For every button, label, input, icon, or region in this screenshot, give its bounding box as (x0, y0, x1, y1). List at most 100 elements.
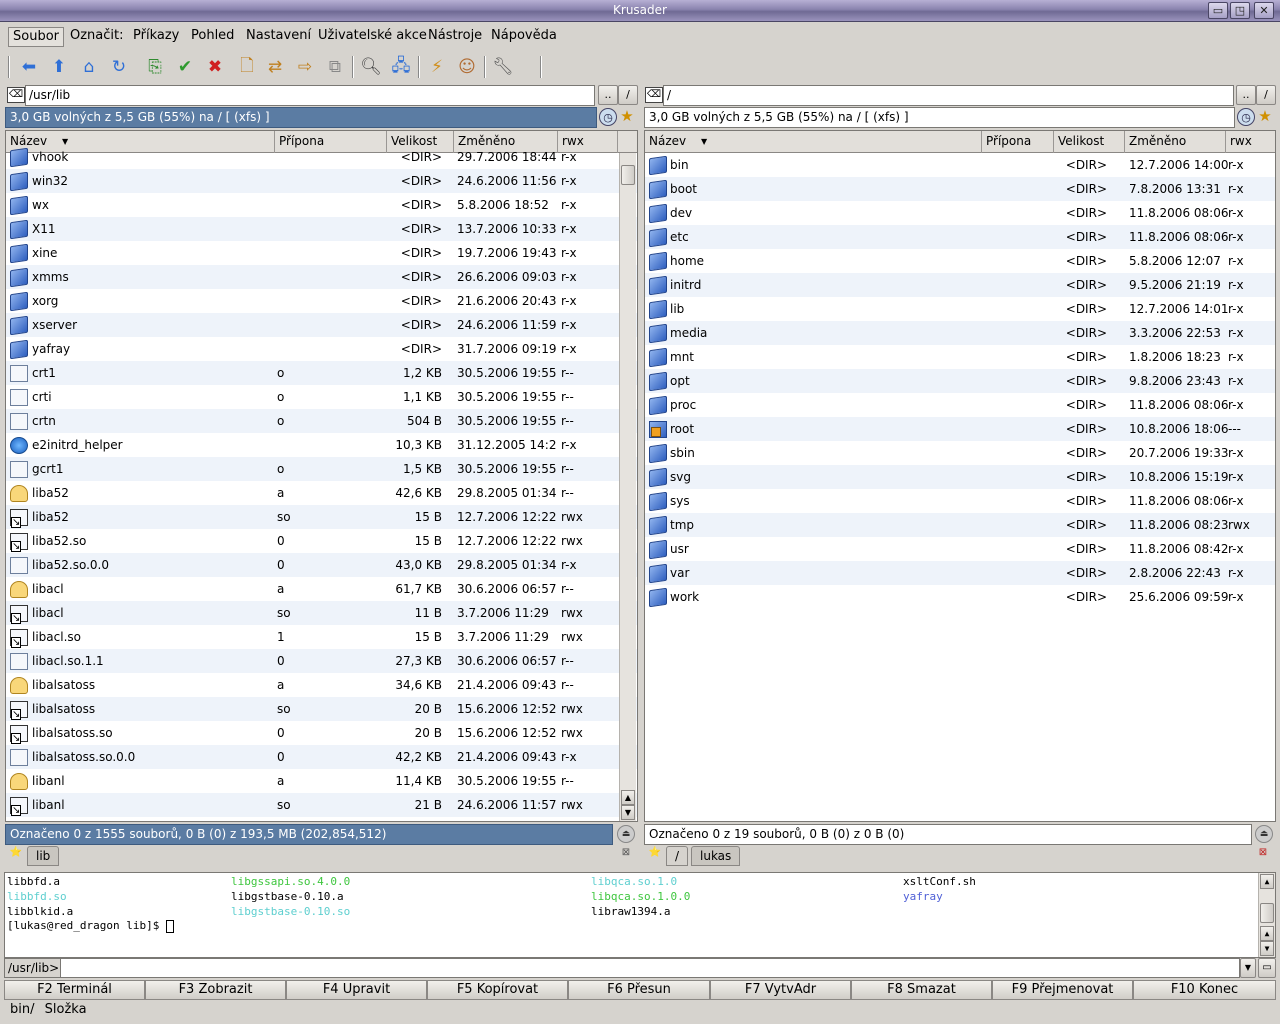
file-row[interactable]: bin <DIR> 12.7.2006 14:00 r-x (645, 153, 1275, 177)
left-scroll-thumb[interactable] (621, 165, 635, 185)
f6-move-button[interactable]: F6 Přesun (568, 980, 710, 1000)
f10-quit-button[interactable]: F10 Konec (1133, 980, 1276, 1000)
file-row[interactable]: media <DIR> 3.3.2006 22:53 r-x (645, 321, 1275, 345)
file-row[interactable]: var <DIR> 2.8.2006 22:43 r-x (645, 561, 1275, 585)
delete-icon[interactable]: ✖ (202, 54, 228, 80)
right-path-field[interactable]: / (663, 85, 1234, 106)
right-file-list[interactable]: Název ▼ Přípona Velikost Změněno rwx bin… (644, 130, 1276, 822)
left-scroll-up[interactable]: ▲ (621, 790, 635, 805)
file-row[interactable]: xserver <DIR> 24.6.2006 11:59 r-x (6, 313, 637, 337)
back-arrow-icon[interactable]: ⬅ (16, 54, 42, 80)
file-row[interactable]: boot <DIR> 7.8.2006 13:31 r-x (645, 177, 1275, 201)
file-row[interactable]: libacl.so.1.1 0 27,3 KB 30.6.2006 06:57 r-- (6, 649, 637, 673)
f9-rename-button[interactable]: F9 Přejmenovat (992, 980, 1133, 1000)
file-row[interactable]: liba52 so 15 B 12.7.2006 12:22 rwx (6, 505, 637, 529)
right-tab-root[interactable]: / (666, 846, 689, 866)
terminal-scroll-up[interactable]: ▲ (1260, 874, 1274, 889)
file-row[interactable]: proc <DIR> 11.8.2006 08:06 r-x (645, 393, 1275, 417)
menu-uzivatelske-akce[interactable]: Uživatelské akce (314, 27, 431, 47)
file-row[interactable]: xmms <DIR> 26.6.2006 09:03 r-x (6, 265, 637, 289)
file-row[interactable]: libalsatoss.so 0 20 B 15.6.2006 12:52 rwx (6, 721, 637, 745)
file-row[interactable]: dev <DIR> 11.8.2006 08:06 r-x (645, 201, 1275, 225)
home-icon[interactable]: ⌂ (76, 54, 102, 80)
left-history-icon[interactable]: ◷ (599, 108, 617, 126)
file-row[interactable]: opt <DIR> 9.8.2006 23:43 r-x (645, 369, 1275, 393)
left-close-tab-icon[interactable]: ⊠ (617, 846, 635, 862)
compare-icon[interactable]: ⧉ (322, 54, 348, 80)
menu-nastroje[interactable]: Nástroje (424, 27, 486, 47)
file-row[interactable]: home <DIR> 5.8.2006 12:07 r-x (645, 249, 1275, 273)
file-row[interactable]: root <DIR> 10.8.2006 18:06 --- (645, 417, 1275, 441)
file-row[interactable]: sbin <DIR> 20.7.2006 19:33 r-x (645, 441, 1275, 465)
left-new-tab-icon[interactable]: ⭐ (7, 846, 25, 862)
right-history-icon[interactable]: ◷ (1237, 108, 1255, 126)
network-icon[interactable]: 🖧 (388, 54, 414, 80)
menu-oznacit[interactable]: Označit: (66, 27, 128, 47)
left-path-clear-icon[interactable]: ⌫ (7, 87, 25, 103)
sync-icon[interactable]: ⚡ (424, 54, 450, 80)
right-tab-lukas[interactable]: lukas (691, 846, 741, 866)
file-row[interactable]: gcrt1 o 1,5 KB 30.5.2006 19:55 r-- (6, 457, 637, 481)
left-root-button[interactable]: / (618, 85, 638, 105)
left-scroll-down[interactable]: ▼ (621, 805, 635, 820)
file-row[interactable]: initrd <DIR> 9.5.2006 21:19 r-x (645, 273, 1275, 297)
file-row[interactable]: lib <DIR> 12.7.2006 14:01 r-x (645, 297, 1275, 321)
right-col-name[interactable]: Název ▼ (645, 131, 982, 153)
terminal-scroll-thumb[interactable] (1260, 903, 1274, 923)
file-row[interactable]: xine <DIR> 19.7.2006 19:43 r-x (6, 241, 637, 265)
file-row[interactable]: svg <DIR> 10.8.2006 15:19 r-x (645, 465, 1275, 489)
file-row[interactable]: e2initrd_helper 10,3 KB 31.12.2005 14:28 r-… (6, 433, 637, 457)
close-button[interactable]: ✕ (1254, 2, 1274, 19)
right-col-ext[interactable]: Přípona (982, 131, 1054, 153)
file-row[interactable]: xorg <DIR> 21.6.2006 20:43 r-x (6, 289, 637, 313)
file-row[interactable]: crti o 1,1 KB 30.5.2006 19:55 r-- (6, 385, 637, 409)
file-row[interactable]: liba52.so 0 15 B 12.7.2006 12:22 rwx (6, 529, 637, 553)
file-row[interactable]: win32 <DIR> 24.6.2006 11:56 r-x (6, 169, 637, 193)
f5-copy-button[interactable]: F5 Kopírovat (427, 980, 568, 1000)
select-icon[interactable]: ✔ (172, 54, 198, 80)
file-row[interactable]: libacl.so 1 15 B 3.7.2006 11:29 rwx (6, 625, 637, 649)
file-row[interactable]: libalsatoss.so.0.0 0 42,2 KB 21.4.2006 09:4… (6, 745, 637, 769)
file-row[interactable]: usr <DIR> 11.8.2006 08:42 r-x (645, 537, 1275, 561)
minimize-button[interactable]: ▭ (1208, 2, 1228, 19)
terminal-scrollbar[interactable]: ▲ ▲ ▼ (1258, 873, 1275, 957)
menu-pohled[interactable]: Pohled (187, 27, 238, 47)
left-path-field[interactable]: /usr/lib (25, 85, 595, 106)
right-new-tab-icon[interactable]: ⭐ (646, 846, 664, 862)
file-row[interactable]: liba52.so.0.0 0 43,0 KB 29.8.2005 01:34 r-x (6, 553, 637, 577)
command-history-dropdown[interactable]: ▼ (1240, 958, 1256, 978)
up-arrow-icon[interactable]: ⬆ (46, 54, 72, 80)
maximize-button[interactable]: ◳ (1230, 2, 1250, 19)
menu-napoveda[interactable]: Nápověda (487, 27, 561, 47)
file-row[interactable]: tmp <DIR> 11.8.2006 08:23 rwx (645, 513, 1275, 537)
right-col-rwx[interactable]: rwx (1226, 131, 1275, 153)
file-row[interactable]: libacl so 11 B 3.7.2006 11:29 rwx (6, 601, 637, 625)
file-row[interactable]: wx <DIR> 5.8.2006 18:52 r-x (6, 193, 637, 217)
file-row[interactable]: libanl a 11,4 KB 30.5.2006 19:55 r-- (6, 769, 637, 793)
right-bookmark-icon[interactable]: ★ (1256, 108, 1274, 126)
user-icon[interactable]: ☺ (454, 54, 480, 80)
copy-icon[interactable]: ⇄ (262, 54, 288, 80)
left-scrollbar[interactable]: ▲ ▼ (619, 153, 636, 821)
file-row[interactable]: yafray <DIR> 31.7.2006 09:19 r-x (6, 337, 637, 361)
terminal-scroll-up-2[interactable]: ▲ (1260, 926, 1274, 941)
left-bookmark-icon[interactable]: ★ (618, 108, 636, 126)
right-quick-view-icon[interactable]: ⏏ (1255, 825, 1273, 843)
refresh-icon[interactable]: ↻ (106, 54, 132, 80)
left-tab-lib[interactable]: lib (27, 846, 60, 866)
file-row[interactable]: liba52 a 42,6 KB 29.8.2005 01:34 r-- (6, 481, 637, 505)
menu-soubor[interactable]: Soubor (8, 27, 64, 47)
right-path-clear-icon[interactable]: ⌫ (645, 87, 663, 103)
left-parent-button[interactable]: .. (598, 85, 618, 105)
search-icon[interactable]: 🔍︎ (358, 54, 384, 80)
terminal-emulator[interactable]: libbfd.a libgssapi.so.4.0.0 libqca.so.1.0 x… (4, 872, 1276, 958)
file-row[interactable]: etc <DIR> 11.8.2006 08:06 r-x (645, 225, 1275, 249)
command-line-input[interactable] (60, 958, 1240, 978)
f3-view-button[interactable]: F3 Zobrazit (145, 980, 286, 1000)
new-file-icon[interactable]: 🗋 (234, 54, 260, 80)
menu-nastaveni[interactable]: Nastavení (242, 27, 315, 47)
f8-delete-button[interactable]: F8 Smazat (851, 980, 992, 1000)
toolbar-handle[interactable] (8, 56, 10, 78)
f2-terminal-button[interactable]: F2 Terminál (4, 980, 145, 1000)
menu-prikazy[interactable]: Příkazy (129, 27, 183, 47)
